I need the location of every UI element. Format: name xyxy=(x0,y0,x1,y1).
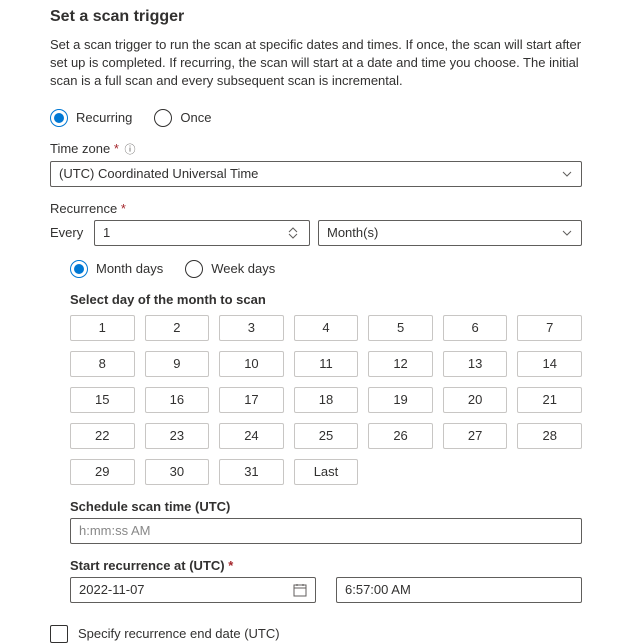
day-cell-17[interactable]: 17 xyxy=(219,387,284,413)
day-cell-12[interactable]: 12 xyxy=(368,351,433,377)
day-cell-20[interactable]: 20 xyxy=(443,387,508,413)
start-time-value: 6:57:00 AM xyxy=(345,582,411,597)
week-days-label: Week days xyxy=(211,261,275,276)
radio-icon xyxy=(50,109,68,127)
day-cell-28[interactable]: 28 xyxy=(517,423,582,449)
day-cell-15[interactable]: 15 xyxy=(70,387,135,413)
end-date-checkbox[interactable] xyxy=(50,625,68,643)
month-days-label: Month days xyxy=(96,261,163,276)
every-value: 1 xyxy=(103,225,110,240)
radio-icon xyxy=(185,260,203,278)
day-type-radio-group: Month days Week days xyxy=(70,260,582,278)
spinner-icon[interactable] xyxy=(283,227,303,239)
recurrence-unit-select[interactable]: Month(s) xyxy=(318,220,582,246)
timezone-label: Time zone * ⓘ xyxy=(50,141,582,157)
once-radio-label: Once xyxy=(180,110,211,125)
calendar-icon[interactable] xyxy=(293,583,307,597)
month-days-radio[interactable]: Month days xyxy=(70,260,163,278)
day-cell-2[interactable]: 2 xyxy=(145,315,210,341)
recurrence-label: Recurrence * xyxy=(50,201,582,216)
day-cell-18[interactable]: 18 xyxy=(294,387,359,413)
page-title: Set a scan trigger xyxy=(50,8,582,26)
chevron-down-icon xyxy=(561,168,573,180)
once-radio[interactable]: Once xyxy=(154,109,211,127)
start-date-input[interactable]: 2022-11-07 xyxy=(70,577,316,603)
day-cell-25[interactable]: 25 xyxy=(294,423,359,449)
day-cell-22[interactable]: 22 xyxy=(70,423,135,449)
schedule-time-input[interactable]: h:mm:ss AM xyxy=(70,518,582,544)
recurrence-unit-value: Month(s) xyxy=(327,225,378,240)
day-cell-13[interactable]: 13 xyxy=(443,351,508,377)
radio-icon xyxy=(70,260,88,278)
day-cell-1[interactable]: 1 xyxy=(70,315,135,341)
day-cell-31[interactable]: 31 xyxy=(219,459,284,485)
select-day-title: Select day of the month to scan xyxy=(70,292,582,307)
chevron-down-icon xyxy=(561,227,573,239)
schedule-time-placeholder: h:mm:ss AM xyxy=(79,523,151,538)
day-cell-30[interactable]: 30 xyxy=(145,459,210,485)
start-at-label: Start recurrence at (UTC) * xyxy=(70,558,582,573)
every-value-input[interactable]: 1 xyxy=(94,220,310,246)
recurring-radio[interactable]: Recurring xyxy=(50,109,132,127)
day-cell-last[interactable]: Last xyxy=(294,459,359,485)
day-cell-8[interactable]: 8 xyxy=(70,351,135,377)
radio-icon xyxy=(154,109,172,127)
trigger-type-radio-group: Recurring Once xyxy=(50,109,582,127)
day-cell-7[interactable]: 7 xyxy=(517,315,582,341)
day-grid: 1234567891011121314151617181920212223242… xyxy=(70,315,582,485)
day-cell-9[interactable]: 9 xyxy=(145,351,210,377)
day-cell-5[interactable]: 5 xyxy=(368,315,433,341)
every-label: Every xyxy=(50,225,86,240)
end-date-label: Specify recurrence end date (UTC) xyxy=(78,626,280,641)
timezone-select[interactable]: (UTC) Coordinated Universal Time xyxy=(50,161,582,187)
day-cell-6[interactable]: 6 xyxy=(443,315,508,341)
week-days-radio[interactable]: Week days xyxy=(185,260,275,278)
timezone-value: (UTC) Coordinated Universal Time xyxy=(59,166,258,181)
day-cell-27[interactable]: 27 xyxy=(443,423,508,449)
day-cell-24[interactable]: 24 xyxy=(219,423,284,449)
day-cell-11[interactable]: 11 xyxy=(294,351,359,377)
start-time-input[interactable]: 6:57:00 AM xyxy=(336,577,582,603)
day-cell-19[interactable]: 19 xyxy=(368,387,433,413)
recurring-radio-label: Recurring xyxy=(76,110,132,125)
day-cell-26[interactable]: 26 xyxy=(368,423,433,449)
day-cell-21[interactable]: 21 xyxy=(517,387,582,413)
day-cell-23[interactable]: 23 xyxy=(145,423,210,449)
start-date-value: 2022-11-07 xyxy=(79,582,145,597)
page-description: Set a scan trigger to run the scan at sp… xyxy=(50,36,582,91)
day-cell-4[interactable]: 4 xyxy=(294,315,359,341)
day-cell-14[interactable]: 14 xyxy=(517,351,582,377)
day-cell-10[interactable]: 10 xyxy=(219,351,284,377)
day-cell-16[interactable]: 16 xyxy=(145,387,210,413)
day-cell-29[interactable]: 29 xyxy=(70,459,135,485)
schedule-time-label: Schedule scan time (UTC) xyxy=(70,499,582,514)
day-cell-3[interactable]: 3 xyxy=(219,315,284,341)
info-icon[interactable]: ⓘ xyxy=(125,144,136,156)
